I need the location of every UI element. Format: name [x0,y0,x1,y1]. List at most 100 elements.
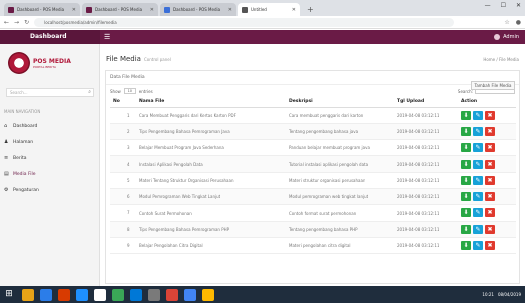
tab-label: Dashboard - POS Media [17,7,65,12]
tab-close-icon[interactable]: ✕ [292,7,296,13]
download-button[interactable]: ⬇ [461,110,471,120]
user-menu[interactable]: Admin [494,34,519,40]
url-field[interactable]: localhost/posmedia/admin/filemedia [34,17,455,27]
home-icon: ⌂ [4,123,8,129]
download-button[interactable]: ⬇ [461,126,471,136]
column-header[interactable]: Action [458,97,516,108]
tab-close-icon[interactable]: ✕ [150,7,154,13]
browser-tab[interactable]: Dashboard - POS Media ✕ [4,3,80,16]
delete-button[interactable]: ✖ [485,143,495,153]
browser-tab[interactable]: Dashboard - POS Media ✕ [82,3,158,16]
edit-button[interactable]: ✎ [473,208,483,218]
forward-icon[interactable]: → [14,19,19,26]
delete-button[interactable]: ✖ [485,110,495,120]
column-header[interactable] [124,97,136,108]
search-icon[interactable]: ⌕ [88,89,91,96]
reload-icon[interactable]: ↻ [24,19,29,26]
taskbar-app-icon[interactable] [202,288,214,301]
folder-icon: ▤ [4,171,9,177]
user-icon: ♟ [4,139,9,145]
tray-date[interactable]: 08/04/2019 [498,292,521,297]
sidebar-item-media-file[interactable]: ▤ Media File [4,170,99,178]
menu-toggle-icon[interactable]: ☰ [104,33,110,41]
taskbar-app-icon[interactable] [112,288,124,301]
edit-button[interactable]: ✎ [473,224,483,234]
new-tab-button[interactable]: + [302,3,319,16]
os-taskbar: ⊞ 10:21 08/04/2019 [0,286,525,303]
sidebar-search-input[interactable]: Search... ⌕ [6,88,94,97]
upload-date: 2019-04-08 03:12:11 [397,243,440,249]
sidebar-item-pengaturan[interactable]: ⚙ Pengaturan [4,186,99,194]
delete-button[interactable]: ✖ [485,192,495,202]
taskbar-app-icon[interactable] [22,288,34,301]
tab-close-icon[interactable]: ✕ [228,7,232,13]
taskbar-app-icon[interactable] [94,288,106,301]
file-name: Cara Membuat Penggaris dari Kertas Karto… [139,112,236,118]
delete-button[interactable]: ✖ [485,241,495,251]
brand-title[interactable]: Dashboard [0,30,100,44]
taskbar-app-icon[interactable] [76,288,88,301]
download-button[interactable]: ⬇ [461,241,471,251]
download-icon: ⬇ [463,127,469,135]
download-button[interactable]: ⬇ [461,143,471,153]
taskbar-app-icon[interactable] [184,288,196,301]
system-tray: 10:21 08/04/2019 [482,292,525,297]
column-header[interactable]: Nama File [136,97,286,108]
tray-time[interactable]: 10:21 [482,292,494,297]
windows-start-icon[interactable]: ⊞ [2,288,16,301]
edit-icon: ✎ [475,127,481,135]
download-button[interactable]: ⬇ [461,175,471,185]
window-controls: — ☐ ✕ [485,2,521,9]
delete-button[interactable]: ✖ [485,224,495,234]
tab-favicon-icon [8,6,14,13]
table-row: 6 Modul Pemrograman Web Tingkat Lanjut Mod… [110,188,516,206]
download-button[interactable]: ⬇ [461,159,471,169]
browser-tab-bar: Dashboard - POS Media ✕ Dashboard - POS Me… [0,0,525,16]
minimize-icon[interactable]: — [485,2,491,9]
sidebar-item-halaman[interactable]: ♟ Halaman [4,138,99,146]
taskbar-app-icon[interactable] [148,288,160,301]
maximize-icon[interactable]: ☐ [501,2,506,9]
trash-icon: ✖ [487,127,493,135]
delete-button[interactable]: ✖ [485,175,495,185]
star-icon[interactable]: ☆ [504,19,509,26]
download-button[interactable]: ⬇ [461,192,471,202]
taskbar-app-icon[interactable] [166,288,178,301]
delete-button[interactable]: ✖ [485,208,495,218]
trash-icon: ✖ [487,193,493,201]
taskbar-app-icon[interactable] [58,288,70,301]
taskbar-app-icon[interactable] [40,288,52,301]
column-header[interactable]: No [110,97,124,108]
taskbar-app-icon[interactable] [130,288,142,301]
add-file-button[interactable]: Tambah File Media [471,81,515,90]
tab-label: Untitled [251,7,267,12]
tab-close-icon[interactable]: ✕ [72,7,76,13]
download-icon: ⬇ [463,225,469,233]
column-header[interactable]: Deskripsi [286,97,394,108]
column-header[interactable]: Tgl Upload [394,97,458,108]
delete-button[interactable]: ✖ [485,126,495,136]
download-button[interactable]: ⬇ [461,208,471,218]
tab-favicon-icon [242,6,248,13]
edit-button[interactable]: ✎ [473,143,483,153]
edit-button[interactable]: ✎ [473,175,483,185]
sidebar-item-dashboard[interactable]: ⌂ Dashboard [4,122,99,130]
edit-button[interactable]: ✎ [473,126,483,136]
delete-button[interactable]: ✖ [485,159,495,169]
sidebar-item-berita[interactable]: ≡ Berita [4,154,99,162]
browser-tab[interactable]: Dashboard - POS Media ✕ [160,3,236,16]
profile-icon[interactable]: ● [516,19,521,26]
edit-button[interactable]: ✎ [473,241,483,251]
app-header: Dashboard ☰ Admin [0,30,525,44]
table-row: 9 Belajar Pengolahan Citra Digital Materi … [110,237,516,255]
download-button[interactable]: ⬇ [461,224,471,234]
entries-select[interactable]: 10 [123,88,136,94]
file-name: Belajar Pengolahan Citra Digital [139,243,203,249]
edit-button[interactable]: ✎ [473,110,483,120]
breadcrumb[interactable]: Home / File Media [483,57,519,62]
edit-button[interactable]: ✎ [473,192,483,202]
close-window-icon[interactable]: ✕ [516,2,521,9]
back-icon[interactable]: ← [4,19,9,26]
browser-tab[interactable]: Untitled ✕ [238,3,300,16]
edit-button[interactable]: ✎ [473,159,483,169]
